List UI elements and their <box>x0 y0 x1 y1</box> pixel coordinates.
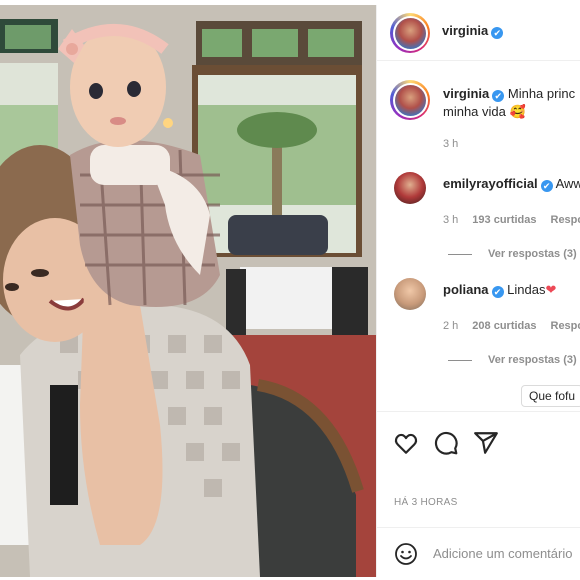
comment-tooltip: Que fofu <box>521 385 580 407</box>
verified-badge-icon: ✔ <box>491 27 504 39</box>
view-replies-button[interactable]: Ver respostas (3) <box>448 248 577 260</box>
posted-time[interactable]: HÁ 3 HORAS <box>394 497 458 508</box>
caption-text: virginia ✔ Minha princ <box>443 85 575 103</box>
comments-list: virginia ✔ Minha princ minha vida 🥰 3 h e… <box>377 62 580 410</box>
comment-time[interactable]: 2 h <box>443 320 458 332</box>
red-heart-emoji: ❤ <box>545 282 557 297</box>
comment-icon[interactable] <box>433 430 459 456</box>
comment-likes[interactable]: 208 curtidas <box>472 320 536 332</box>
comment-time[interactable]: 3 h <box>443 214 458 226</box>
add-comment-input[interactable] <box>433 542 580 564</box>
comment-text: emilyrayofficial ✔ Aww <box>443 176 580 192</box>
caption-username[interactable]: virginia <box>443 86 489 101</box>
post-photo-image <box>0 5 376 577</box>
reply-button[interactable]: Respo <box>551 214 580 226</box>
add-comment-bar <box>377 527 580 577</box>
author-avatar[interactable] <box>390 13 430 53</box>
replies-divider <box>448 253 472 255</box>
caption-author-avatar[interactable] <box>390 80 430 120</box>
post-actions-bar <box>377 411 580 471</box>
verified-badge-icon: ✔ <box>492 90 505 102</box>
post-details-panel: virginia ✔ virginia ✔ Minha princ minha vi… <box>376 5 580 577</box>
comment-username[interactable]: poliana <box>443 282 489 297</box>
comment-meta: 2 h 208 curtidas Respo <box>443 320 580 332</box>
caption-line-1: Minha princ <box>507 86 576 101</box>
post-photo[interactable] <box>0 5 376 577</box>
post-header: virginia ✔ <box>377 5 580 61</box>
verified-badge-icon: ✔ <box>540 180 553 192</box>
emoji-icon[interactable] <box>394 542 418 566</box>
reply-button[interactable]: Respo <box>551 320 580 332</box>
comment-likes[interactable]: 193 curtidas <box>472 214 536 226</box>
comment-text: poliana ✔ Lindas❤ <box>443 282 557 298</box>
caption-line-2: minha vida 🥰 <box>443 104 526 119</box>
comment-meta: 3 h 193 curtidas Respo <box>443 214 580 226</box>
verified-badge-icon: ✔ <box>491 286 504 298</box>
caption-time[interactable]: 3 h <box>443 138 458 150</box>
comment-avatar[interactable] <box>394 278 426 310</box>
heart-icon[interactable] <box>393 430 419 456</box>
comment-avatar[interactable] <box>394 172 426 204</box>
view-replies-button[interactable]: Ver respostas (3) <box>448 354 577 366</box>
author-username[interactable]: virginia ✔ <box>442 23 504 39</box>
comment-username[interactable]: emilyrayofficial <box>443 176 538 191</box>
share-icon[interactable] <box>473 430 499 456</box>
replies-divider <box>448 359 472 361</box>
